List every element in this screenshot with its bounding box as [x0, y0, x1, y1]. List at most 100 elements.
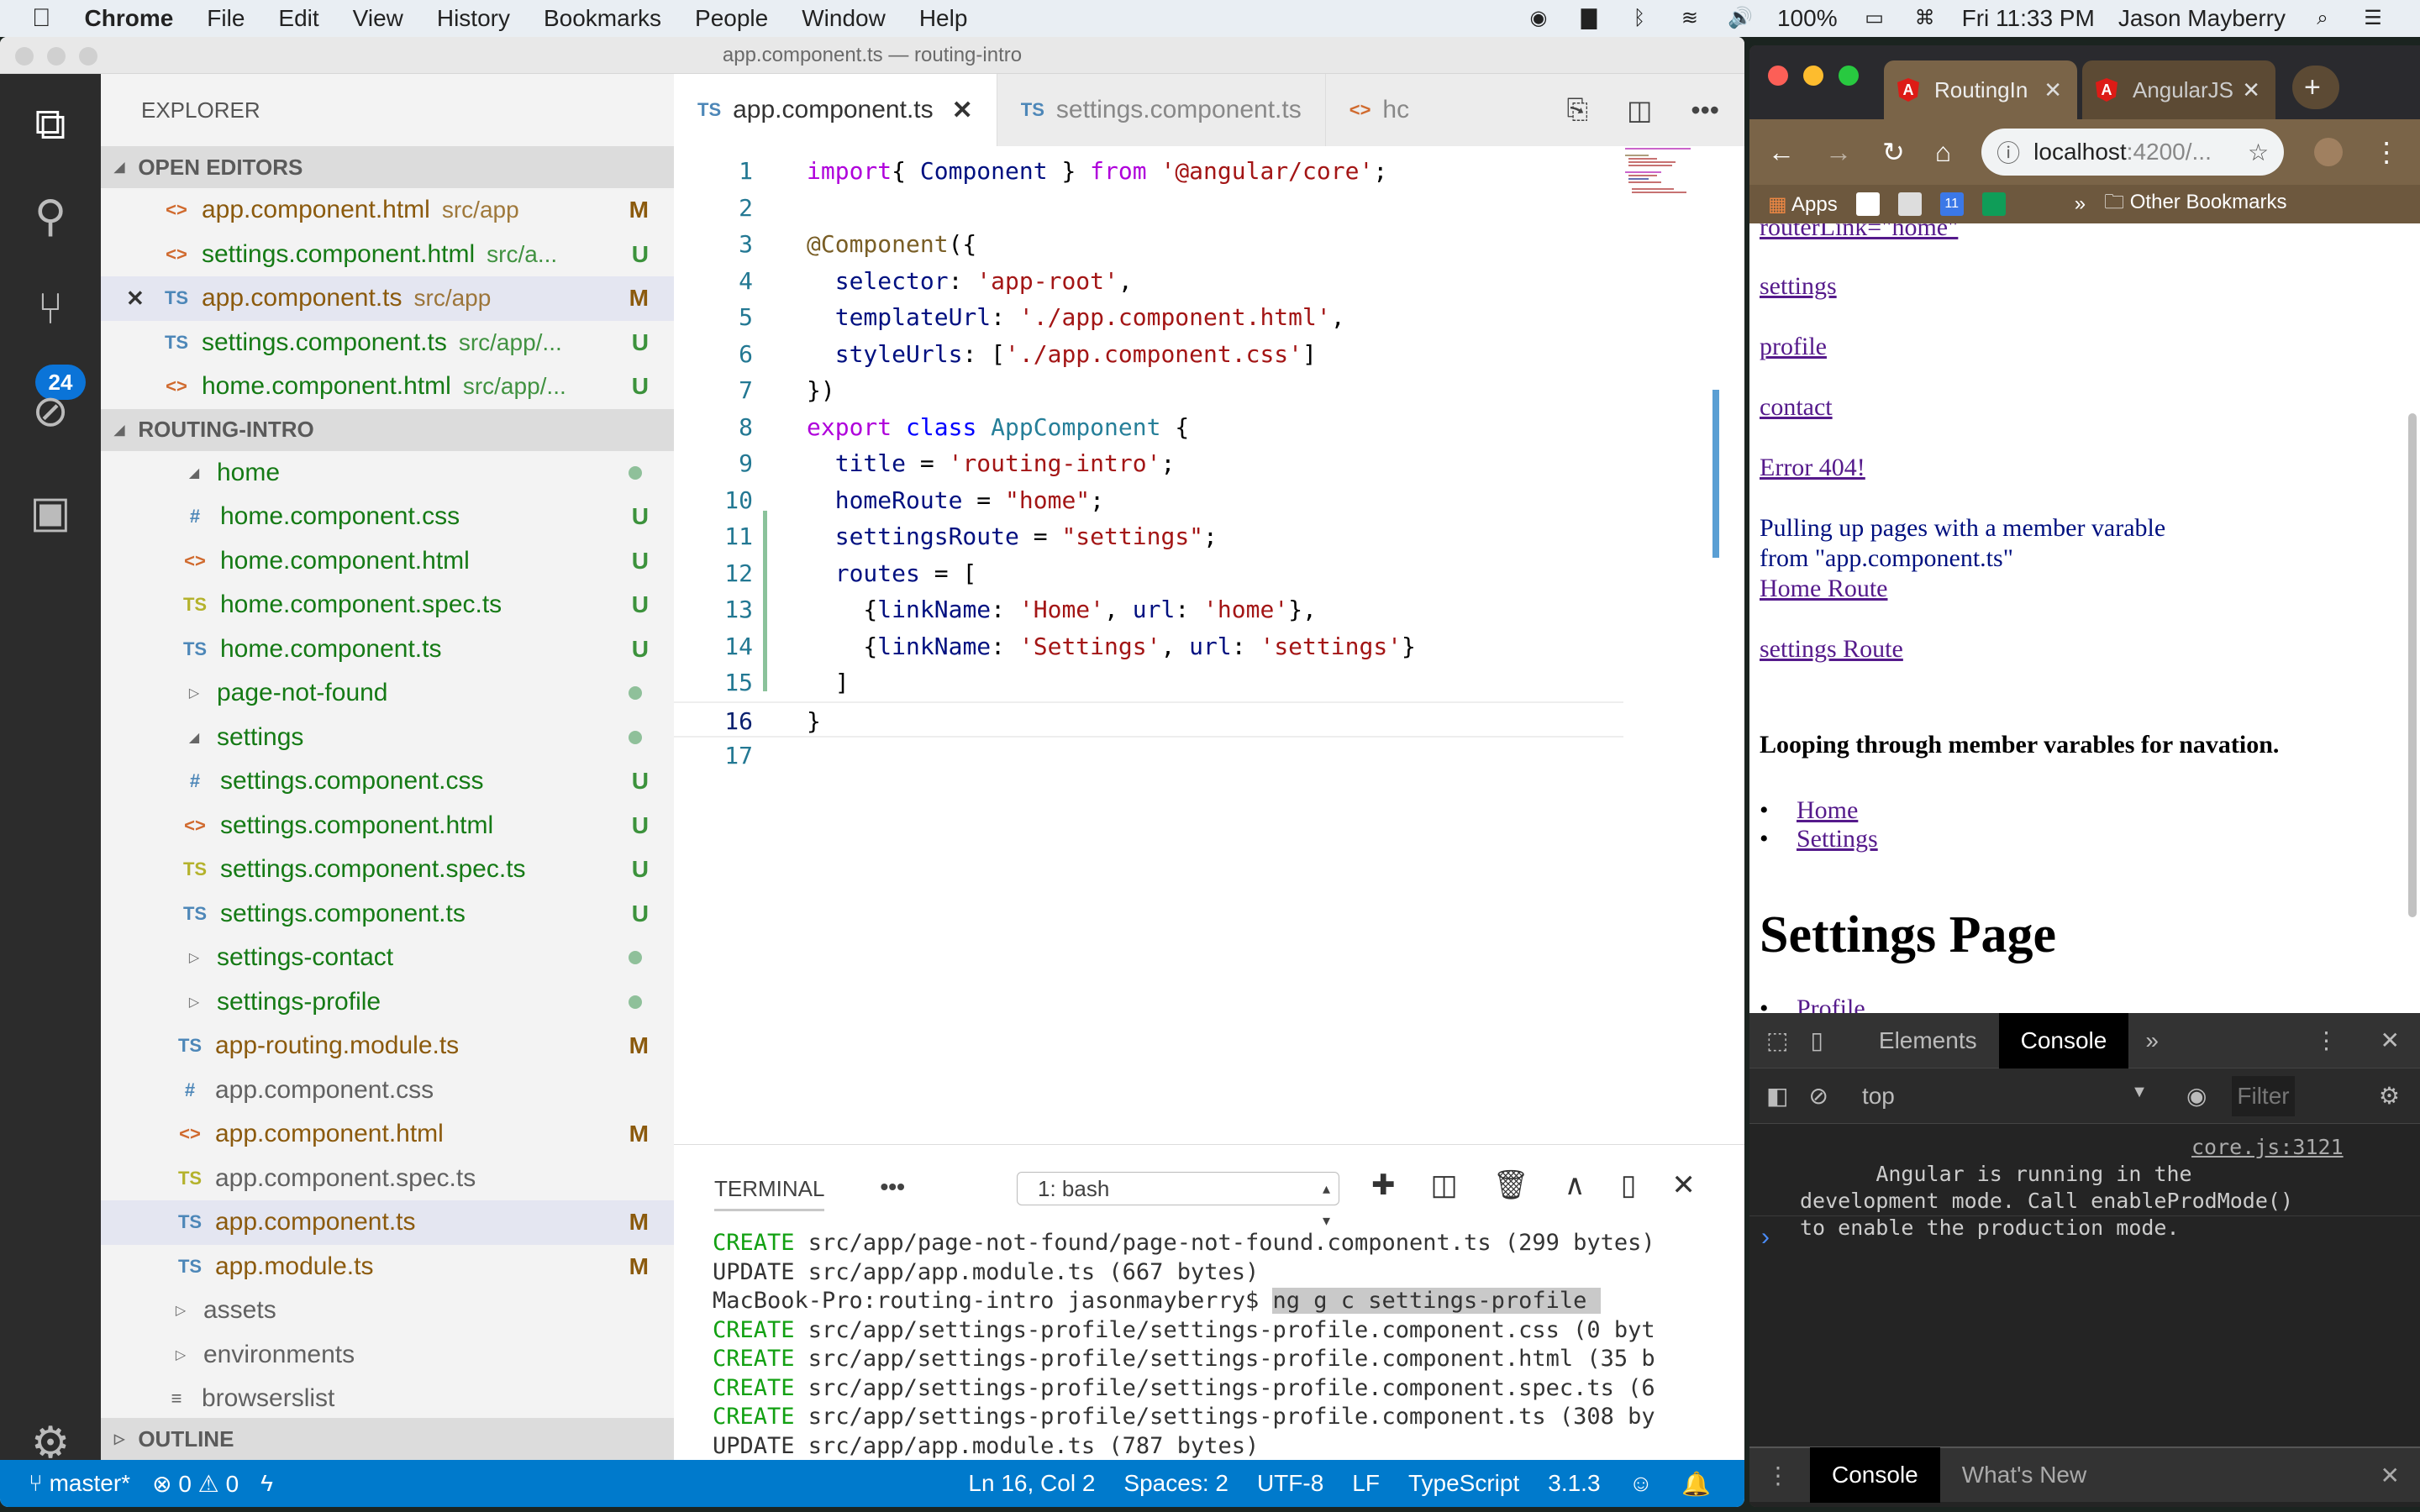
kill-terminal-icon[interactable]: 🗑 [1493, 1168, 1529, 1202]
project-header[interactable]: ◢ ROUTING-INTRO [101, 408, 674, 451]
indentation[interactable]: Spaces: 2 [1123, 1470, 1228, 1497]
tab-home-component-html[interactable]: <> hc [1326, 74, 1433, 146]
cursor-position[interactable]: Ln 16, Col 2 [968, 1470, 1095, 1497]
open-changes-icon[interactable]: ⎘ [1567, 94, 1589, 126]
explorer-icon[interactable]: ⧉ [25, 99, 76, 150]
terminal-tab[interactable]: TERMINAL [714, 1176, 825, 1211]
minimap[interactable] [1623, 146, 1707, 205]
drawer-tab-whats-new[interactable]: What's New [1940, 1447, 2109, 1503]
new-tab-button[interactable]: + [2292, 66, 2339, 109]
file-item[interactable]: # app.component.css [101, 1068, 674, 1113]
extensions-icon[interactable]: ▣ [25, 487, 76, 538]
link-settings-route[interactable]: settings Route [1760, 635, 1903, 664]
more-tabs-icon[interactable]: » [2128, 1027, 2175, 1054]
close-tab-icon[interactable]: ✕ [952, 96, 973, 125]
file-item[interactable]: # settings.component.css U [101, 759, 674, 804]
folder-item[interactable]: ▷ environments [101, 1333, 674, 1378]
file-item[interactable]: # home.component.css U [101, 495, 674, 539]
site-info-icon[interactable]: ⓘ [1996, 135, 2020, 169]
close-devtools-icon[interactable]: ✕ [2381, 1026, 2420, 1054]
zoom-window-button[interactable] [79, 47, 97, 66]
debug-icon[interactable]: ⊘ [25, 386, 76, 437]
close-drawer-icon[interactable]: ✕ [2381, 1462, 2420, 1489]
code-editor[interactable]: 1 import{ Component } from '@angular/core… [674, 146, 1744, 1146]
folder-item[interactable]: ▷ assets [101, 1289, 674, 1333]
wifi-icon[interactable]: ≋ [1676, 7, 1703, 30]
open-editor-item[interactable]: ✕ TS app.component.ts src/app M [101, 276, 674, 321]
link-settings[interactable]: settings [1760, 272, 1837, 301]
web-store-icon[interactable] [1897, 192, 1922, 216]
file-item[interactable]: TS settings.component.spec.ts U [101, 848, 674, 892]
context-select[interactable]: top ▼ [1862, 1083, 2148, 1110]
menu-people[interactable]: People [695, 5, 768, 32]
file-item[interactable]: <> home.component.html U [101, 539, 674, 584]
tab-settings-component-ts[interactable]: TS settings.component.ts [997, 74, 1326, 146]
apps-bookmark[interactable]: ▦ Apps [1768, 192, 1838, 217]
bookmarks-overflow[interactable]: » [2075, 192, 2086, 216]
more-actions-icon[interactable]: ••• [1691, 95, 1719, 126]
menu-history[interactable]: History [437, 5, 510, 32]
file-item[interactable]: TS home.component.spec.ts U [101, 583, 674, 627]
chrome-menu-icon[interactable]: ⋮ [2373, 136, 2400, 168]
file-item[interactable]: TS app-routing.module.ts M [101, 1024, 674, 1068]
bluetooth-icon[interactable]: ᛒ [1626, 7, 1653, 30]
notifications-bell-icon[interactable]: 🔔 [1681, 1470, 1711, 1498]
status-app-icon[interactable]: ◉ [1525, 7, 1552, 30]
file-item[interactable]: TS home.component.ts U [101, 627, 674, 672]
close-tab-icon[interactable]: ✕ [2044, 77, 2062, 103]
split-terminal-icon[interactable]: ◫ [1431, 1168, 1458, 1202]
terminal-select[interactable]: 1: bash ▴ ▾ [1017, 1172, 1339, 1229]
volume-icon[interactable]: 🔊 [1727, 7, 1754, 30]
back-icon[interactable]: ← [1768, 137, 1795, 168]
line-endings[interactable]: LF [1352, 1470, 1380, 1497]
link-home-route[interactable]: Home Route [1760, 575, 1887, 603]
spotlight-search-icon[interactable]: ⌕ [2309, 7, 2336, 30]
battery-icon[interactable]: ▭ [1861, 7, 1888, 30]
live-expression-eye-icon[interactable]: ◉ [2148, 1082, 2232, 1110]
keyboard-icon[interactable]: ⌘ [1912, 7, 1939, 30]
git-branch[interactable]: ⑂ master* [29, 1470, 130, 1497]
bookmark-star-icon[interactable]: ☆ [2248, 139, 2269, 166]
tab-app-component-ts[interactable]: TS app.component.ts ✕ [674, 74, 997, 146]
file-item[interactable]: <> app.component.html M [101, 1112, 674, 1157]
file-item[interactable]: TS app.module.ts M [101, 1245, 674, 1289]
open-editors-header[interactable]: ◢ OPEN EDITORS [101, 146, 674, 188]
folder-item[interactable]: ▷ settings-contact [101, 936, 674, 980]
home-icon[interactable]: ⌂ [1935, 137, 1951, 168]
link-router-home[interactable]: routerLink="home" [1760, 223, 1958, 242]
devtools-menu-icon[interactable]: ⋮ [2315, 1026, 2381, 1054]
console-filter-input[interactable]: Filter [2232, 1075, 2295, 1116]
link-error-404[interactable]: Error 404! [1760, 454, 1865, 482]
toggle-panel-position-icon[interactable]: ▯ [1621, 1168, 1637, 1202]
file-item[interactable]: TS app.component.ts M [101, 1200, 674, 1245]
address-bar[interactable]: ⓘ localhost:4200/... ☆ [1981, 129, 2285, 176]
open-editor-item[interactable]: <> settings.component.html src/a... U [101, 233, 674, 277]
devtools-tab-elements[interactable]: Elements [1857, 1013, 1999, 1068]
menu-app-name[interactable]: Chrome [85, 5, 174, 32]
console-settings-gear-icon[interactable]: ⚙ [2379, 1082, 2420, 1110]
link-home[interactable]: Home [1797, 796, 1858, 824]
menu-window[interactable]: Window [802, 5, 886, 32]
problems[interactable]: ⊗ 0 ⚠ 0 [152, 1470, 239, 1498]
panel-more-icon[interactable]: ••• [880, 1173, 904, 1200]
clear-console-icon[interactable]: ⊘ [1808, 1082, 1861, 1110]
folder-item[interactable]: ◢ home [101, 451, 674, 496]
profile-avatar[interactable] [2314, 138, 2344, 166]
file-item[interactable]: TS app.component.spec.ts [101, 1157, 674, 1201]
chrome-tab-angularjs[interactable]: A AngularJS ✕ [2082, 60, 2275, 119]
editor-scrollbar[interactable] [1712, 390, 1719, 558]
encoding[interactable]: UTF-8 [1257, 1470, 1323, 1497]
close-window-button[interactable] [15, 47, 34, 66]
reload-icon[interactable]: ↻ [1882, 136, 1905, 168]
devtools-tab-console[interactable]: Console [1998, 1012, 2129, 1068]
notification-center-icon[interactable]: ☰ [2360, 7, 2386, 30]
drawer-tab-console[interactable]: Console [1810, 1447, 1940, 1503]
clock[interactable]: Fri 11:33 PM [1962, 5, 2095, 32]
device-toolbar-icon[interactable]: ▯ [1802, 1026, 1856, 1054]
user-name[interactable]: Jason Mayberry [2118, 5, 2286, 32]
outline-header[interactable]: ▷ OUTLINE [101, 1418, 674, 1460]
new-terminal-icon[interactable]: ✚ [1371, 1168, 1396, 1202]
inspect-element-icon[interactable]: ⬚ [1749, 1026, 1802, 1054]
open-editor-item[interactable]: <> home.component.html src/app/... U [101, 365, 674, 409]
menu-bookmarks[interactable]: Bookmarks [544, 5, 661, 32]
